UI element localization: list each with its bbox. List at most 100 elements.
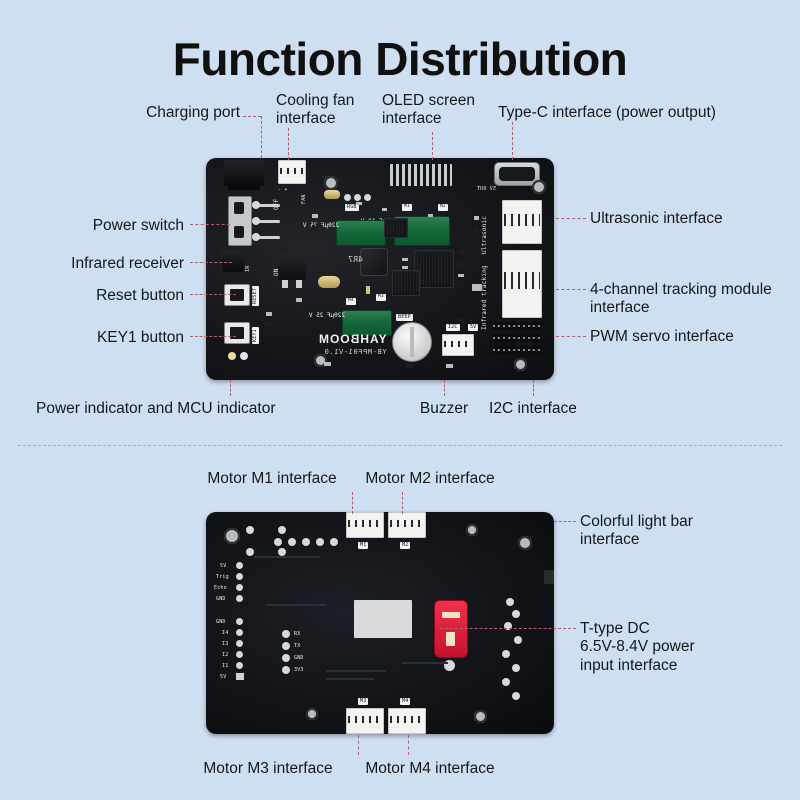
leader-motor-m2: [402, 492, 403, 514]
pwm-servo-header-2[interactable]: [492, 334, 542, 342]
bot-pad: [514, 636, 522, 644]
oled-screen-header[interactable]: [390, 164, 452, 186]
silk-fan-polarity: - +: [278, 187, 288, 193]
leader-ultrasonic: [556, 218, 586, 219]
silk-fan: FAN: [301, 194, 307, 204]
regulator-pin-1: [282, 280, 288, 288]
motor-m1-connector[interactable]: [346, 512, 384, 538]
silk-pin-tx: TX: [294, 643, 301, 649]
pad-i2: [236, 651, 243, 658]
smd-part: [458, 274, 464, 277]
infrared-receiver: [222, 250, 244, 272]
smd-part: [366, 286, 370, 294]
pcb-trace: [254, 556, 320, 558]
smd-part: [402, 266, 408, 269]
leader-infrared-receiver: [190, 262, 232, 263]
pcb-trace: [326, 678, 374, 680]
pad-gnd2: [236, 618, 243, 625]
charging-port[interactable]: [224, 160, 264, 186]
label-t-type-dc: T-type DC 6.5V-8.4V power input interfac…: [580, 620, 695, 674]
leader-tracking-module: [556, 289, 586, 290]
bot-pad: [330, 538, 338, 546]
label-cooling-fan: Cooling fan interface: [276, 92, 355, 128]
mcu-chip: [414, 250, 454, 288]
bot-pad: [288, 538, 296, 546]
smd-part: [402, 258, 408, 261]
silk-m3: M3: [376, 294, 386, 301]
leader-charging-port-h: [243, 116, 261, 117]
leader-motor-m1: [352, 492, 353, 514]
smd-part: [266, 312, 272, 316]
leader-power-switch: [190, 224, 230, 225]
smd-part: [472, 284, 482, 291]
bot-mounting-hole-top-mid: [466, 524, 478, 536]
gold-capacitor-top: [324, 190, 340, 199]
silk-i2c: I2C: [446, 324, 460, 331]
pwm-servo-header-3[interactable]: [492, 346, 542, 354]
silk-pin-i1: I1: [222, 663, 229, 669]
smd-part: [446, 364, 453, 368]
capacitor-220uf-a-text: 220μF 25 V: [302, 222, 339, 229]
key1-button[interactable]: [224, 322, 250, 344]
section-divider: [18, 445, 782, 446]
label-reset-button: Reset button: [96, 287, 184, 304]
silk-pin-i2: I2: [222, 652, 229, 658]
silk-pin-5v: 5V: [220, 563, 227, 569]
label-motor-m4: Motor M4 interface: [365, 760, 495, 777]
switch-pad-1: [252, 201, 260, 209]
top-pcb-front: FAN - + 5V OUT RGB OFF ON IR: [206, 158, 554, 380]
label-type-c: Type-C interface (power output): [498, 104, 716, 121]
label-oled-screen: OLED screen interface: [382, 92, 476, 128]
silk-pin-rx: RX: [294, 631, 301, 637]
reset-button[interactable]: [224, 284, 250, 306]
silk-rgb: RGB: [345, 204, 359, 211]
pwm-servo-header-1[interactable]: [492, 322, 542, 330]
silk-reset: RESET: [252, 285, 259, 306]
ultrasonic-connector[interactable]: [502, 200, 542, 244]
leader-reset-button: [190, 294, 236, 295]
silk-ir: IR: [245, 265, 251, 272]
i2c-connector[interactable]: [442, 334, 474, 356]
silk-pin-3v3: 3V3: [294, 667, 304, 673]
t-type-dc-connector[interactable]: [434, 600, 468, 658]
mounting-hole-top-right: [532, 180, 546, 194]
motor-m2-connector[interactable]: [388, 512, 426, 538]
silk-bot-m2: M2: [400, 542, 411, 549]
pad-gnd3: [282, 654, 290, 662]
inductor-4r7: [360, 248, 388, 276]
colorful-light-bar-tab[interactable]: [544, 570, 554, 584]
leader-oled-screen: [432, 132, 433, 160]
motor-driver-ic: [392, 270, 420, 296]
pad-3v3: [282, 666, 290, 674]
label-i2c: I2C interface: [489, 400, 577, 417]
pad-tx: [282, 642, 290, 650]
bot-pad: [302, 538, 310, 546]
bottom-pcb-back: M1 M2 M3 M4 5V Trig Echo GND GND I4 I3 I…: [206, 512, 554, 734]
power-ic: [384, 218, 408, 238]
page-title: Function Distribution: [172, 33, 628, 85]
smd-part: [458, 318, 464, 322]
silk-beep: BEEP: [396, 314, 413, 321]
silk-pin-i3: I3: [222, 641, 229, 647]
motor-m4-connector[interactable]: [388, 708, 426, 734]
pad-trig: [236, 573, 243, 580]
pcb-trace: [266, 604, 326, 606]
tracking-module-connector[interactable]: [502, 250, 542, 318]
cooling-fan-connector[interactable]: [278, 160, 306, 184]
silk-pin-trig: Trig: [216, 574, 229, 580]
smd-part: [458, 262, 464, 267]
capacitor-220uf-b-text: 220μF 25 V: [308, 312, 345, 319]
leader-buzzer: [444, 380, 445, 396]
power-indicator-led: [228, 352, 236, 360]
mounting-hole-bottom-right: [514, 358, 527, 371]
bot-pad: [278, 526, 286, 534]
t-dc-slot-positive: [442, 612, 460, 618]
motor-m3-connector[interactable]: [346, 708, 384, 734]
leader-i2c: [533, 380, 534, 396]
smd-part: [406, 364, 413, 368]
leader-type-c: [512, 122, 513, 160]
leader-pwm-servo: [556, 336, 586, 337]
leader-key1-button: [190, 336, 236, 337]
bot-pad: [506, 598, 514, 606]
silk-m1: M1: [402, 204, 412, 211]
